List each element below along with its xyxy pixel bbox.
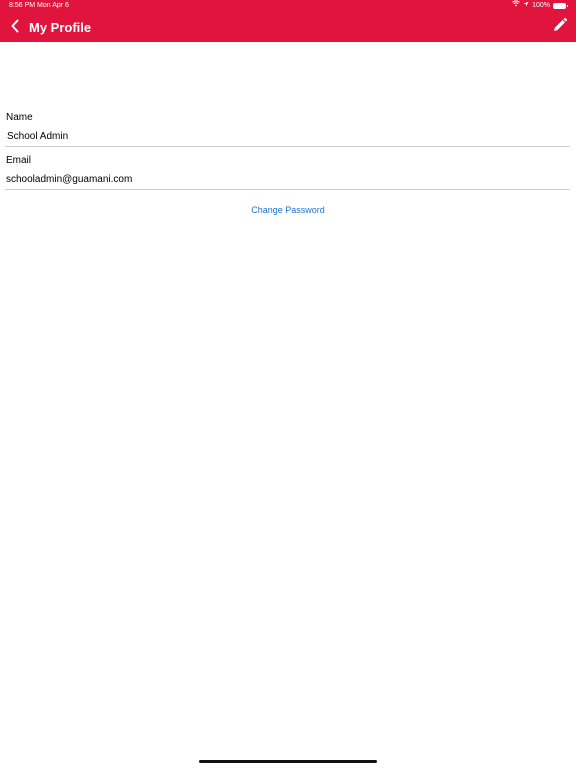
email-field-group: Email [5, 155, 570, 191]
status-date: Mon Apr 6 [37, 2, 69, 9]
email-field[interactable] [5, 172, 570, 188]
status-time: 8:56 PM [9, 2, 36, 9]
name-field-group: Name [5, 112, 570, 148]
chevron-left-icon [10, 19, 20, 38]
name-field-underline [5, 146, 570, 147]
edit-profile-button[interactable] [550, 17, 570, 37]
battery-percent: 100% [532, 2, 550, 9]
status-right: 100% [512, 0, 568, 12]
home-indicator [199, 760, 377, 763]
wifi-icon [512, 0, 520, 12]
pencil-icon [552, 17, 568, 38]
name-field[interactable] [5, 129, 570, 145]
back-button[interactable] [6, 18, 24, 38]
page-title: My Profile [29, 20, 92, 35]
status-bar: 8:56 PM Mon Apr 6 100% [0, 0, 576, 12]
name-label: Name [6, 112, 33, 123]
email-field-underline [5, 189, 570, 190]
location-icon [523, 0, 529, 12]
email-label: Email [6, 155, 32, 166]
change-password-link[interactable]: Change Password [0, 204, 576, 216]
battery-icon [553, 3, 568, 9]
status-left: 8:56 PM Mon Apr 6 [9, 0, 69, 12]
header-bar: 8:56 PM Mon Apr 6 100% My Profile [0, 0, 576, 42]
